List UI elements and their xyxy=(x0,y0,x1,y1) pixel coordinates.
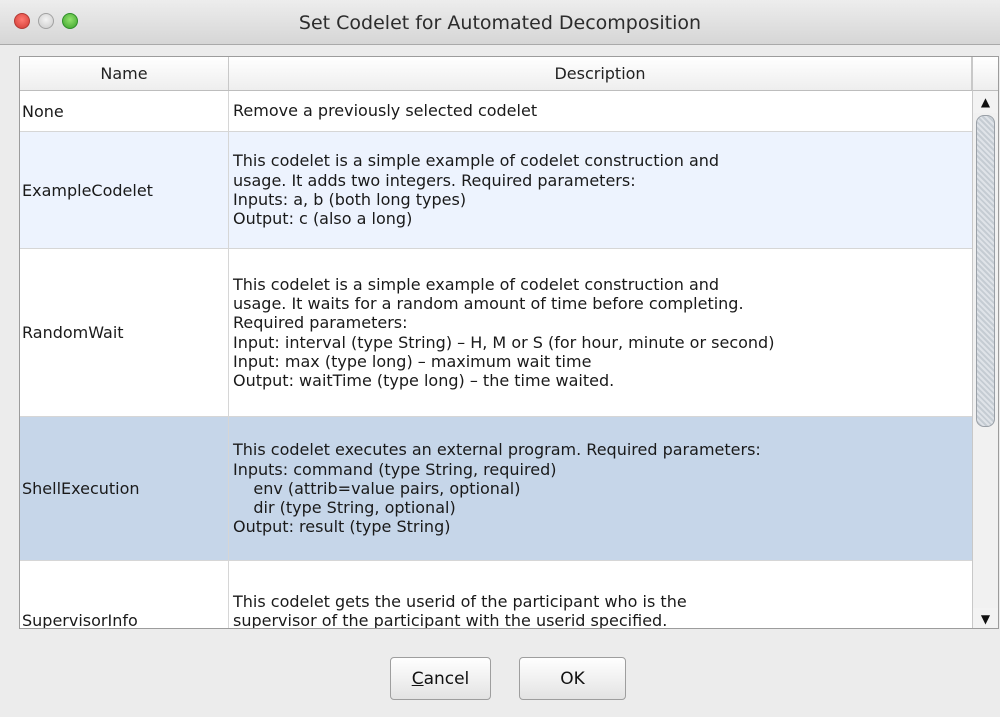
row-name: None xyxy=(20,91,229,131)
codelet-table: Name Description None Remove a previousl… xyxy=(19,56,999,629)
column-header-name[interactable]: Name xyxy=(20,57,229,90)
table-row-examplecodelet[interactable]: ExampleCodelet This codelet is a simple … xyxy=(20,132,972,249)
table-row-shellexecution[interactable]: ShellExecution This codelet executes an … xyxy=(20,417,972,561)
vertical-scrollbar[interactable]: ▲ ▼ xyxy=(972,91,998,628)
row-name: SupervisorInfo xyxy=(20,561,229,628)
cancel-label: ancel xyxy=(423,668,470,689)
row-name: ShellExecution xyxy=(20,417,229,560)
title-bar: Set Codelet for Automated Decomposition xyxy=(0,0,1000,45)
table-row-randomwait[interactable]: RandomWait This codelet is a simple exam… xyxy=(20,249,972,417)
row-description: This codelet gets the userid of the part… xyxy=(233,591,687,629)
table-header: Name Description xyxy=(20,57,972,91)
row-name: ExampleCodelet xyxy=(20,132,229,248)
scroll-down-icon[interactable]: ▼ xyxy=(973,608,998,628)
row-description: This codelet is a simple example of code… xyxy=(233,151,720,229)
table-body: None Remove a previously selected codele… xyxy=(20,91,972,629)
scrollbar-thumb[interactable] xyxy=(976,115,995,427)
row-description: This codelet is a simple example of code… xyxy=(233,274,775,391)
row-name: RandomWait xyxy=(20,249,229,416)
scroll-up-icon[interactable]: ▲ xyxy=(973,91,998,113)
table-row-supervisorinfo[interactable]: SupervisorInfo This codelet gets the use… xyxy=(20,561,972,629)
cancel-mnemonic: C xyxy=(411,668,424,689)
window-title: Set Codelet for Automated Decomposition xyxy=(298,12,702,34)
column-header-description[interactable]: Description xyxy=(229,57,972,90)
row-description: This codelet executes an external progra… xyxy=(233,440,761,537)
row-description: Remove a previously selected codelet xyxy=(233,101,538,121)
ok-button[interactable]: OK xyxy=(519,657,626,700)
header-corner xyxy=(972,57,998,91)
cancel-button[interactable]: Cancel xyxy=(390,657,491,700)
table-row-none[interactable]: None Remove a previously selected codele… xyxy=(20,91,972,132)
